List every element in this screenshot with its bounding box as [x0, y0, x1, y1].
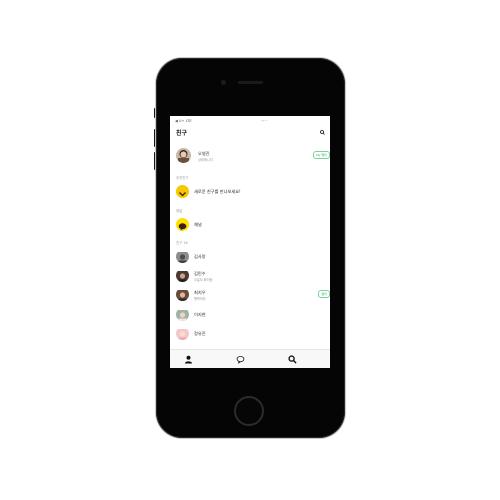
- home-button[interactable]: [234, 396, 264, 426]
- friend-status-message: 오늘도 화이팅: [194, 277, 213, 282]
- friend-name: 김사랑: [194, 254, 206, 259]
- my-status-message: 상태메시지: [198, 157, 213, 162]
- tab-bar: [170, 349, 330, 368]
- list-item[interactable]: 김민수 오늘도 화이팅: [176, 269, 326, 283]
- front-camera: [221, 80, 226, 85]
- my-profile-row[interactable]: 오영진 상태메시지 My 멀티: [176, 148, 330, 163]
- status-bar: ◀ U+ LTE ··:··: [170, 116, 330, 125]
- channel-icon: [176, 218, 189, 231]
- friend-status-message: 행복하자: [194, 296, 206, 301]
- avatar: [176, 288, 189, 301]
- list-item[interactable]: 최지우 행복하자 멀티: [176, 288, 330, 302]
- channel-section-label: 채널: [176, 209, 183, 213]
- earpiece-speaker: [238, 81, 263, 84]
- friend-name: 이지현: [194, 312, 206, 317]
- my-melty-badge[interactable]: My 멀티: [313, 151, 330, 159]
- chat-bubble-icon[interactable]: [236, 355, 245, 364]
- search-icon[interactable]: [288, 355, 297, 364]
- list-item[interactable]: 김사랑: [176, 250, 326, 264]
- avatar: [176, 148, 191, 163]
- list-item[interactable]: 이지현: [176, 308, 326, 322]
- friends-section-label: 친구 16: [176, 241, 188, 245]
- status-time: ··:··: [261, 119, 267, 123]
- avatar: [176, 327, 189, 340]
- recommend-section-label: 추천친구: [176, 176, 189, 180]
- phone-screen: ◀ U+ LTE ··:·· 친구 오영진 상태메시지 My 멀티 추천친구 새…: [170, 116, 330, 368]
- carrier-label: ◀ U+ LTE: [175, 119, 192, 123]
- friend-melty-badge[interactable]: 멀티: [318, 290, 330, 298]
- list-item[interactable]: 정유진: [176, 327, 326, 341]
- search-icon[interactable]: [320, 130, 325, 135]
- avatar: [176, 269, 189, 282]
- recommend-row[interactable]: 새로운 친구를 만나보세요!: [176, 185, 326, 199]
- channel-text: 채널: [194, 222, 202, 227]
- avatar: [176, 308, 189, 321]
- person-icon[interactable]: [184, 355, 193, 364]
- friend-name: 정유진: [194, 331, 206, 336]
- recommend-text: 새로운 친구를 만나보세요!: [194, 189, 241, 194]
- channel-row[interactable]: 채널: [176, 218, 326, 232]
- recommend-icon: [176, 185, 189, 198]
- avatar: [176, 250, 189, 263]
- page-title: 친구: [176, 130, 188, 137]
